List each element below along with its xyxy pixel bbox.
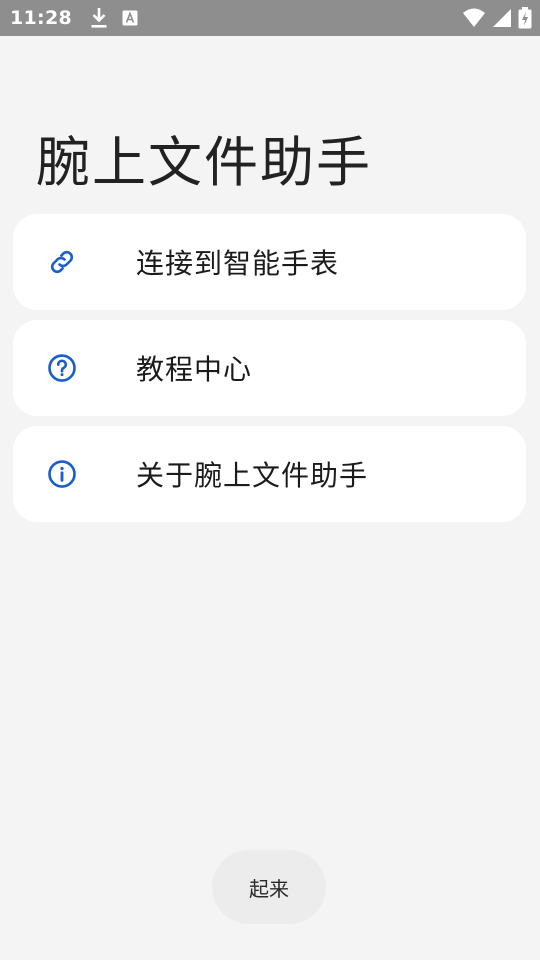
battery-charging-icon <box>518 7 532 29</box>
menu-item-tutorial-center[interactable]: 教程中心 <box>13 320 526 416</box>
page-title: 腕上文件助手 <box>36 131 372 194</box>
link-icon <box>47 247 77 277</box>
signal-icon <box>493 9 511 27</box>
status-left-icons <box>90 7 138 29</box>
menu-item-label: 连接到智能手表 <box>136 247 340 280</box>
menu-item-label: 关于腕上文件助手 <box>136 459 369 492</box>
status-right-icons <box>462 7 532 29</box>
menu-item-label: 教程中心 <box>136 353 253 386</box>
menu-list: 连接到智能手表 教程中心 关于腕上文件助手 <box>13 214 526 532</box>
info-circle-icon <box>47 459 77 489</box>
download-icon <box>91 8 107 28</box>
a-notification-icon <box>122 10 138 26</box>
menu-item-connect-watch[interactable]: 连接到智能手表 <box>13 214 526 310</box>
wifi-icon <box>463 8 485 27</box>
menu-item-about[interactable]: 关于腕上文件助手 <box>13 426 526 522</box>
status-time: 11:28 <box>10 7 72 29</box>
bottom-button[interactable]: 起来 <box>212 850 326 924</box>
status-bar: 11:28 <box>0 0 540 36</box>
help-circle-icon <box>47 353 77 383</box>
